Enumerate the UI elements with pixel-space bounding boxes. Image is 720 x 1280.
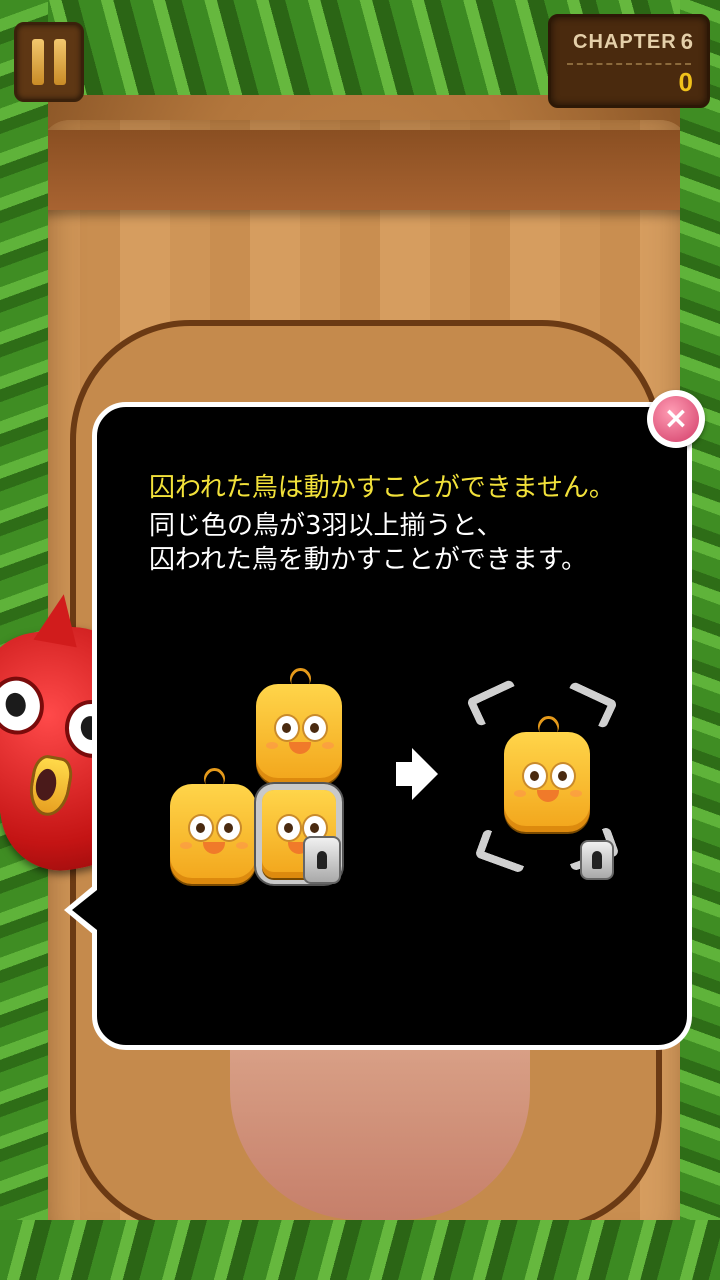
chapter-panel: CHAPTER 6 0 — [548, 14, 710, 108]
dialog-text-line: 囚われた鳥を動かすことができます。 — [149, 545, 588, 575]
dialog-tail-inner — [72, 886, 102, 934]
close-button[interactable]: × — [647, 390, 705, 448]
close-icon: × — [653, 396, 699, 442]
yellow-chick-icon — [256, 663, 342, 784]
bird-crest — [33, 590, 86, 648]
chapter-label: CHAPTER — [573, 31, 677, 53]
lock-icon — [580, 840, 614, 880]
yellow-chick-icon — [170, 763, 256, 884]
yellow-chick-icon — [504, 711, 590, 832]
pause-button[interactable] — [14, 22, 84, 102]
pause-icon — [32, 39, 44, 85]
dialog-heading: 囚われた鳥は動かすことができません。 — [149, 473, 615, 503]
pause-icon — [54, 39, 66, 85]
bird-eye — [0, 672, 49, 739]
chapter-number: 6 — [680, 29, 693, 54]
divider — [567, 63, 691, 65]
dialog-text-line: 同じ色の鳥が3羽以上揃うと、 — [149, 511, 503, 541]
leaves-bottom — [0, 1220, 720, 1280]
lock-icon — [303, 836, 341, 884]
tree-trunk-top — [20, 130, 700, 210]
score-value: 0 — [678, 67, 693, 97]
